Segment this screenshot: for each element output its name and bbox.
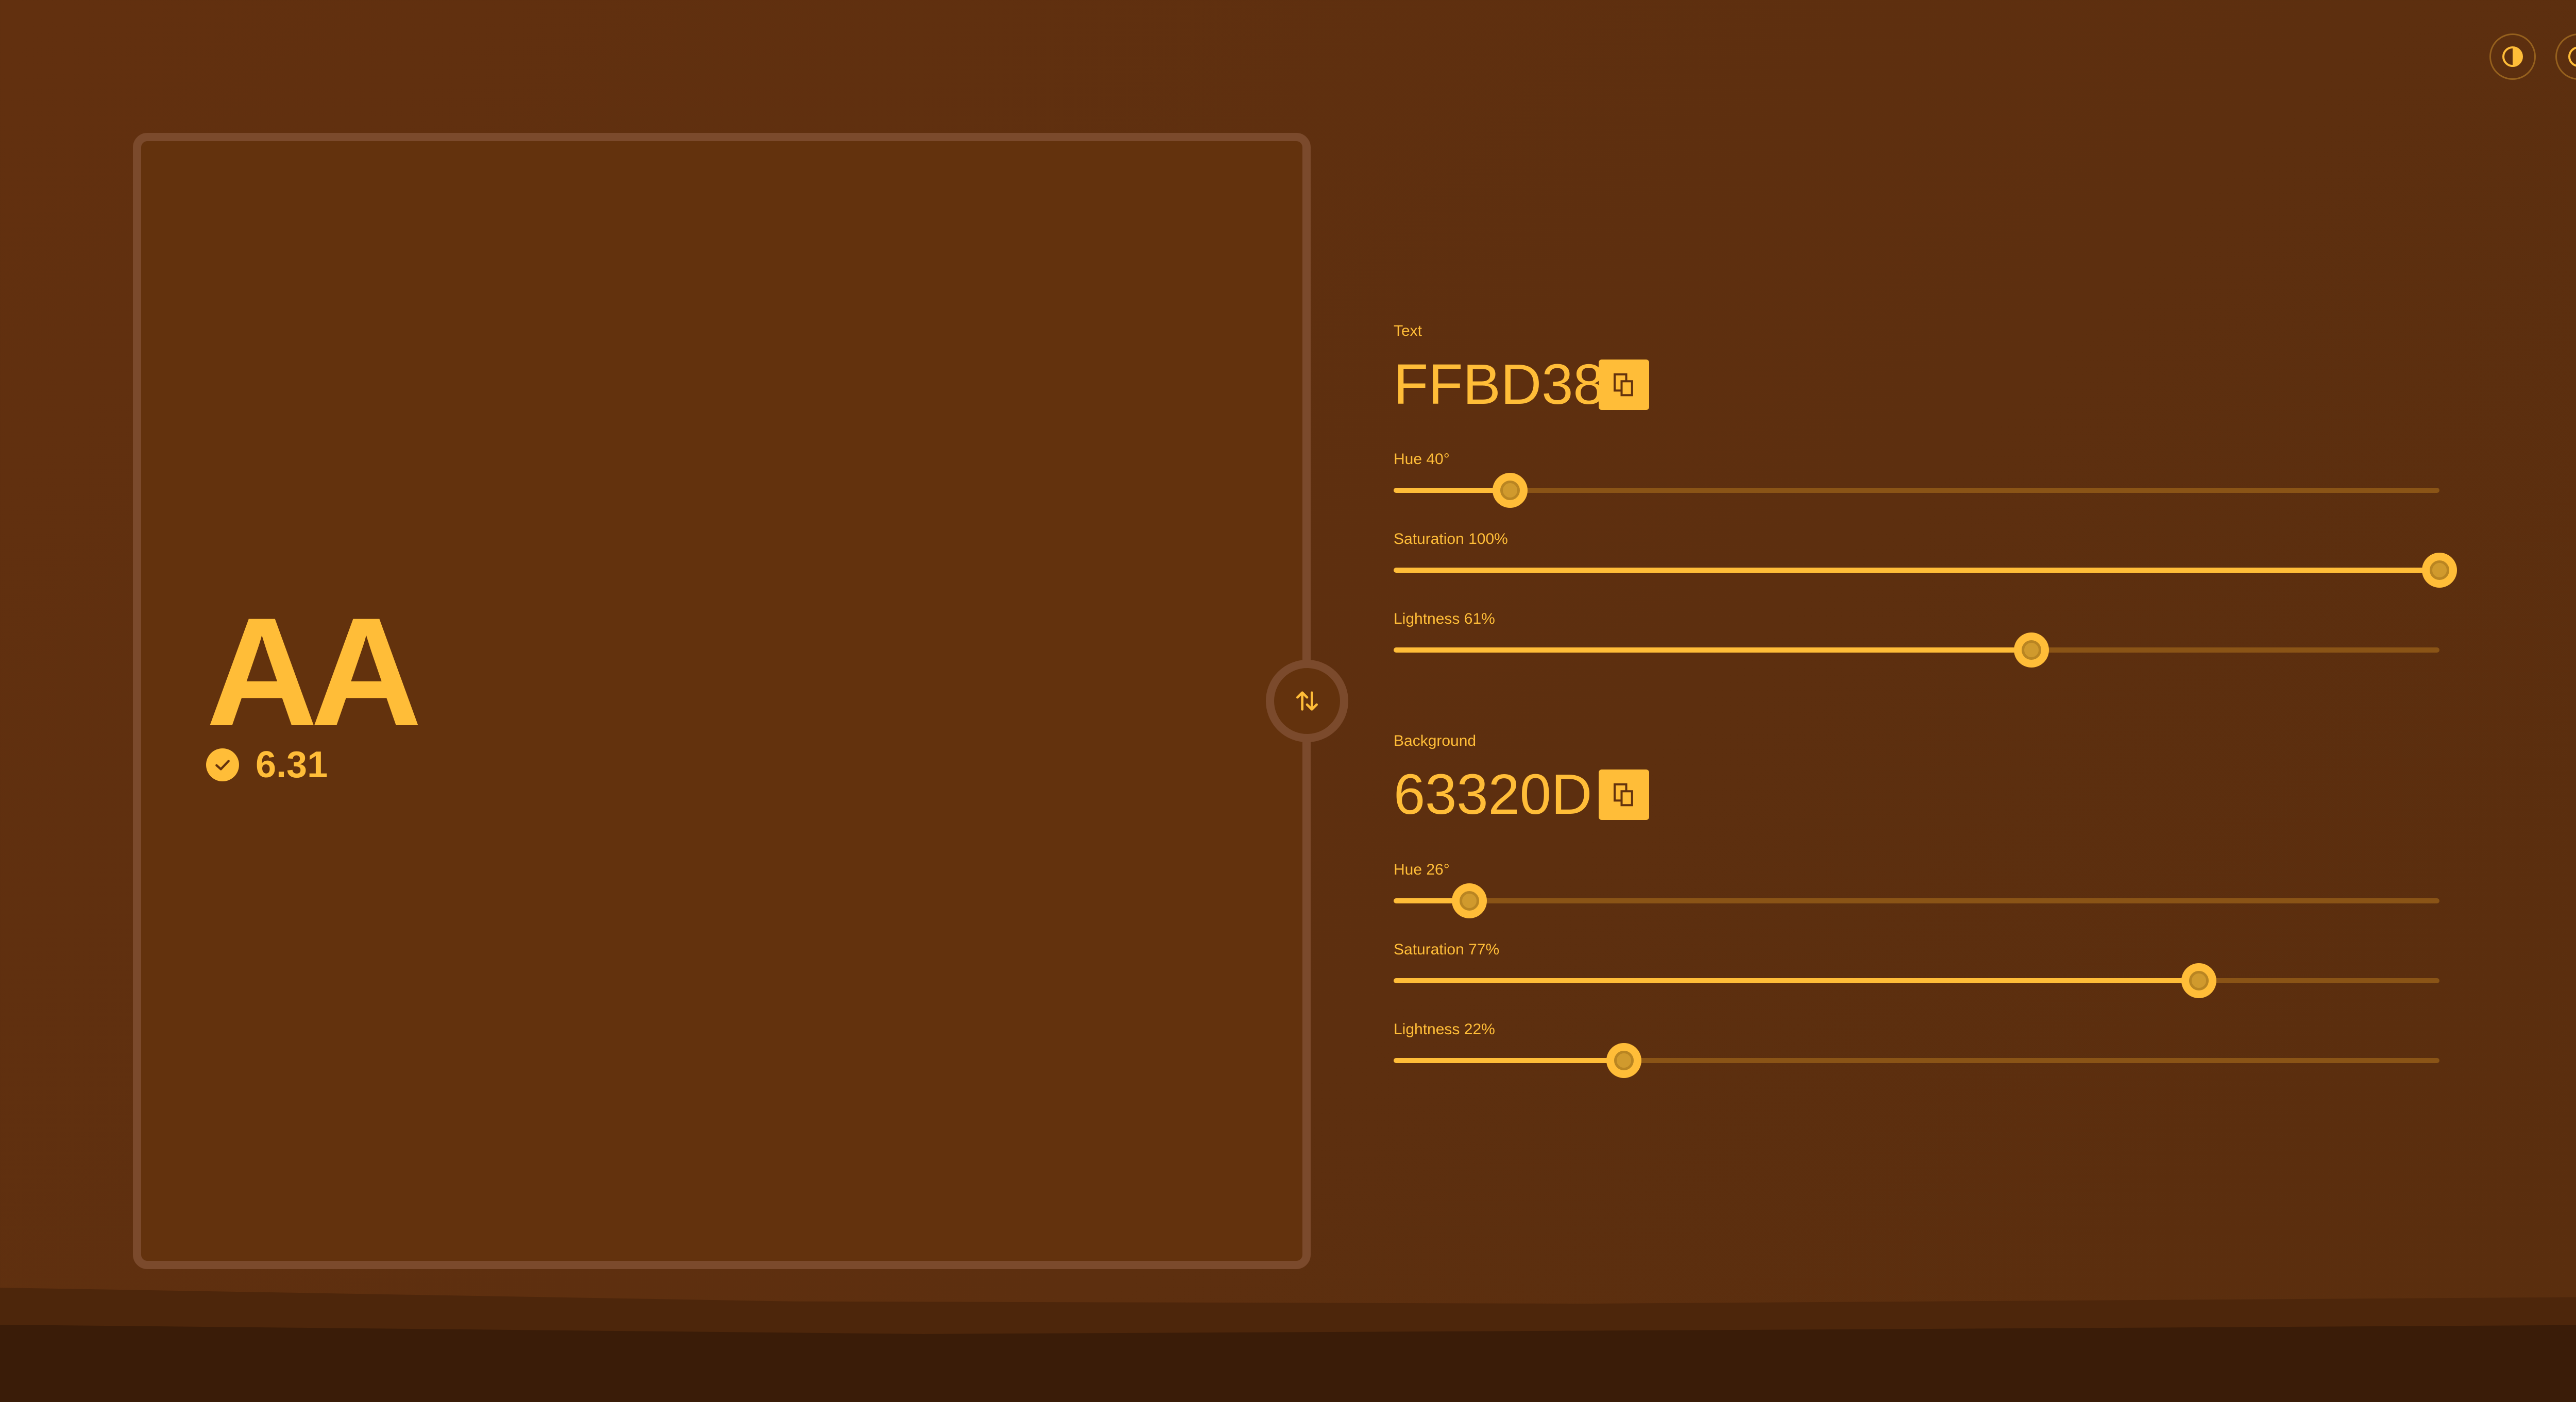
copy-icon	[1613, 373, 1633, 397]
contrast-icon	[2502, 46, 2523, 67]
text-color-label: Text	[1394, 322, 1422, 339]
slider-thumb[interactable]	[2422, 553, 2457, 588]
text-lightness-label: Lightness 61%	[1394, 610, 1495, 627]
info-icon	[2568, 46, 2576, 67]
slider-thumb[interactable]	[1606, 1043, 1641, 1078]
text-hue-label: Hue 40°	[1394, 451, 1450, 468]
background-lightness-slider[interactable]	[1394, 1043, 2439, 1078]
slider-fill	[1394, 978, 2199, 983]
background-saturation-label: Saturation 77%	[1394, 941, 1500, 958]
slider-thumb[interactable]	[1492, 473, 1528, 508]
slider-thumb[interactable]	[1451, 883, 1487, 918]
copy-icon	[1613, 783, 1633, 807]
sample-text: AA	[206, 585, 422, 758]
background-hue-label: Hue 26°	[1394, 861, 1450, 878]
background-hex-value[interactable]: 63320D	[1394, 766, 1592, 823]
preview-card: AA 6.31	[133, 133, 1311, 1269]
info-button[interactable]	[2555, 33, 2576, 80]
copy-background-color-button[interactable]	[1599, 770, 1649, 820]
slider-fill	[1394, 568, 2439, 573]
background-color-label: Background	[1394, 732, 1477, 749]
slider-thumb[interactable]	[2181, 963, 2217, 998]
slider-fill	[1394, 1058, 1624, 1063]
copy-text-color-button[interactable]	[1599, 360, 1649, 410]
text-lightness-slider[interactable]	[1394, 632, 2439, 668]
text-hue-slider[interactable]	[1394, 473, 2439, 508]
background-lightness-label: Lightness 22%	[1394, 1021, 1495, 1038]
swap-icon	[1296, 691, 1318, 711]
slider-thumb[interactable]	[2014, 632, 2049, 668]
check-icon	[206, 748, 239, 781]
background-saturation-slider[interactable]	[1394, 963, 2439, 998]
text-saturation-label: Saturation 100%	[1394, 531, 1508, 548]
slider-fill	[1394, 647, 2032, 653]
text-saturation-slider[interactable]	[1394, 553, 2457, 588]
text-hex-value[interactable]: FFBD38	[1394, 356, 1605, 413]
contrast-toggle-button[interactable]	[2489, 33, 2536, 80]
swap-colors-button[interactable]	[1266, 660, 1348, 742]
background-hue-slider[interactable]	[1394, 883, 2439, 918]
decorative-ground-front	[0, 1325, 2576, 1402]
contrast-ratio: 6.31	[206, 744, 328, 786]
contrast-ratio-value: 6.31	[256, 744, 328, 785]
